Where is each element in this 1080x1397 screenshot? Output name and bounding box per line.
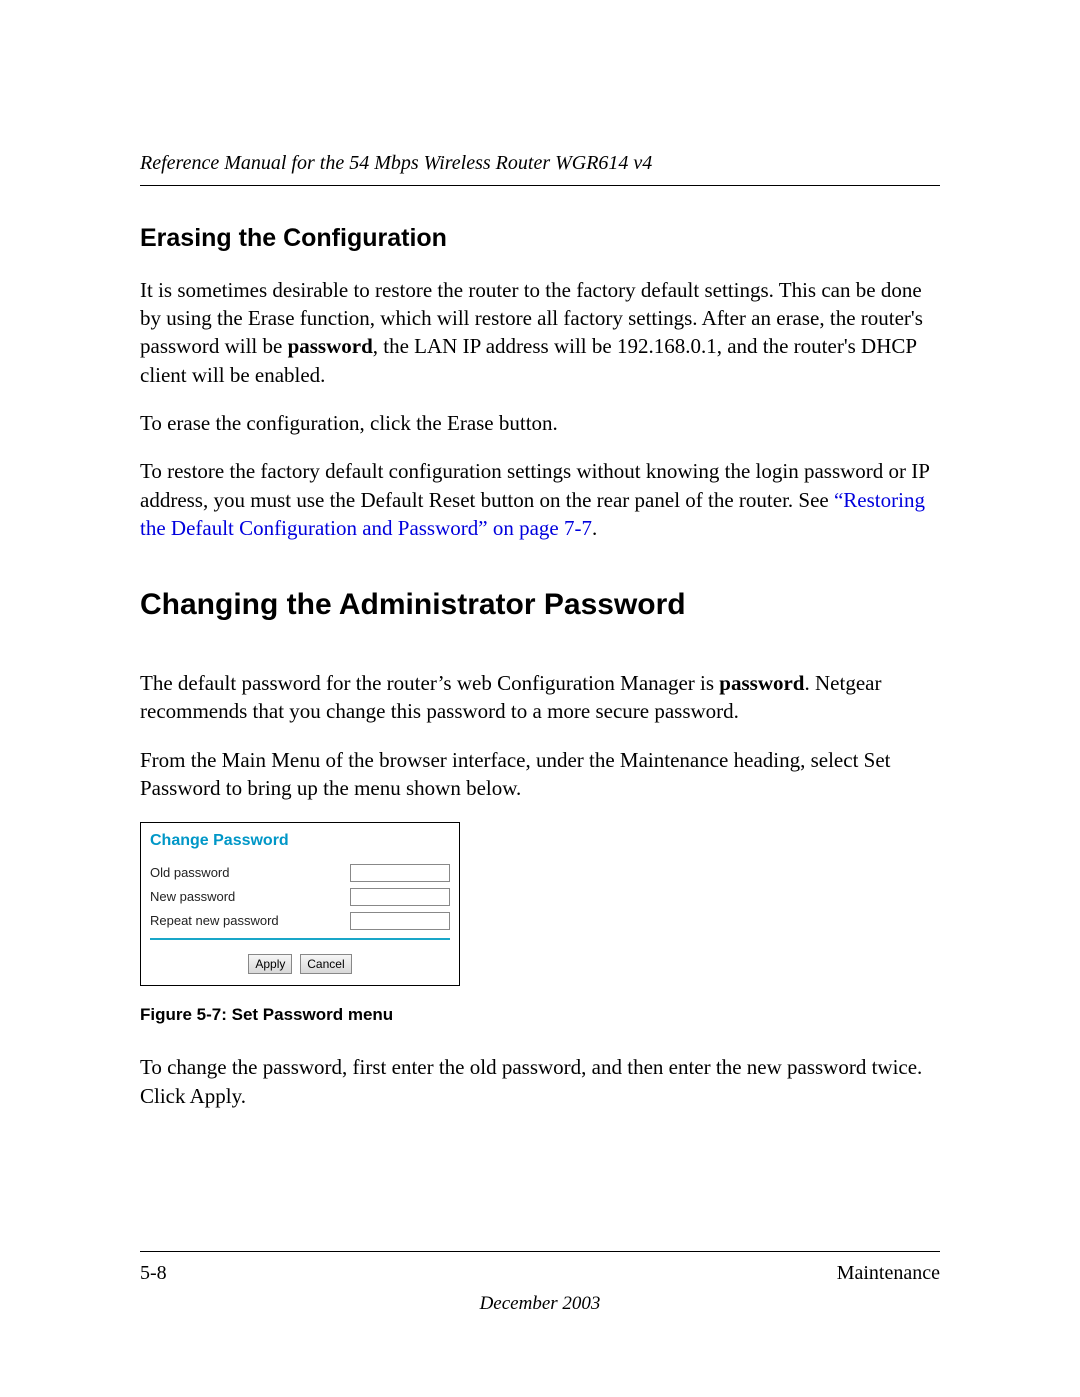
text-span: The default password for the router’s we… [140, 671, 719, 695]
button-row: Apply Cancel [150, 948, 450, 976]
label-old-password: Old password [150, 864, 229, 882]
body-paragraph: To erase the configuration, click the Er… [140, 409, 940, 437]
body-paragraph: To change the password, first enter the … [140, 1053, 940, 1110]
apply-button[interactable]: Apply [248, 954, 292, 974]
old-password-input[interactable] [350, 864, 450, 882]
repeat-password-input[interactable] [350, 912, 450, 930]
doc-header-title: Reference Manual for the 54 Mbps Wireles… [140, 150, 940, 177]
panel-divider [150, 938, 450, 940]
bold-text: password [288, 334, 373, 358]
body-paragraph: It is sometimes desirable to restore the… [140, 276, 940, 389]
figure-change-password-panel: Change Password Old password New passwor… [140, 822, 460, 986]
panel-title: Change Password [150, 830, 450, 852]
footer-page-number: 5-8 [140, 1260, 167, 1287]
form-row-new-password: New password [150, 888, 450, 906]
figure-caption: Figure 5-7: Set Password menu [140, 1004, 940, 1027]
new-password-input[interactable] [350, 888, 450, 906]
footer-rule [140, 1251, 940, 1252]
cancel-button[interactable]: Cancel [300, 954, 351, 974]
label-new-password: New password [150, 888, 235, 906]
text-span: To restore the factory default configura… [140, 459, 929, 511]
body-paragraph: From the Main Menu of the browser interf… [140, 746, 940, 803]
form-row-old-password: Old password [150, 864, 450, 882]
footer-date: December 2003 [140, 1291, 940, 1317]
label-repeat-password: Repeat new password [150, 912, 279, 930]
body-paragraph: To restore the factory default configura… [140, 457, 940, 542]
page-footer: 5-8 Maintenance December 2003 [140, 1251, 940, 1287]
body-paragraph: The default password for the router’s we… [140, 669, 940, 726]
bold-text: password [719, 671, 804, 695]
footer-section-name: Maintenance [837, 1260, 940, 1287]
heading-changing-password: Changing the Administrator Password [140, 585, 940, 626]
subheading-erasing: Erasing the Configuration [140, 222, 940, 256]
header-rule [140, 185, 940, 186]
form-row-repeat-password: Repeat new password [150, 912, 450, 930]
text-span: . [592, 516, 597, 540]
